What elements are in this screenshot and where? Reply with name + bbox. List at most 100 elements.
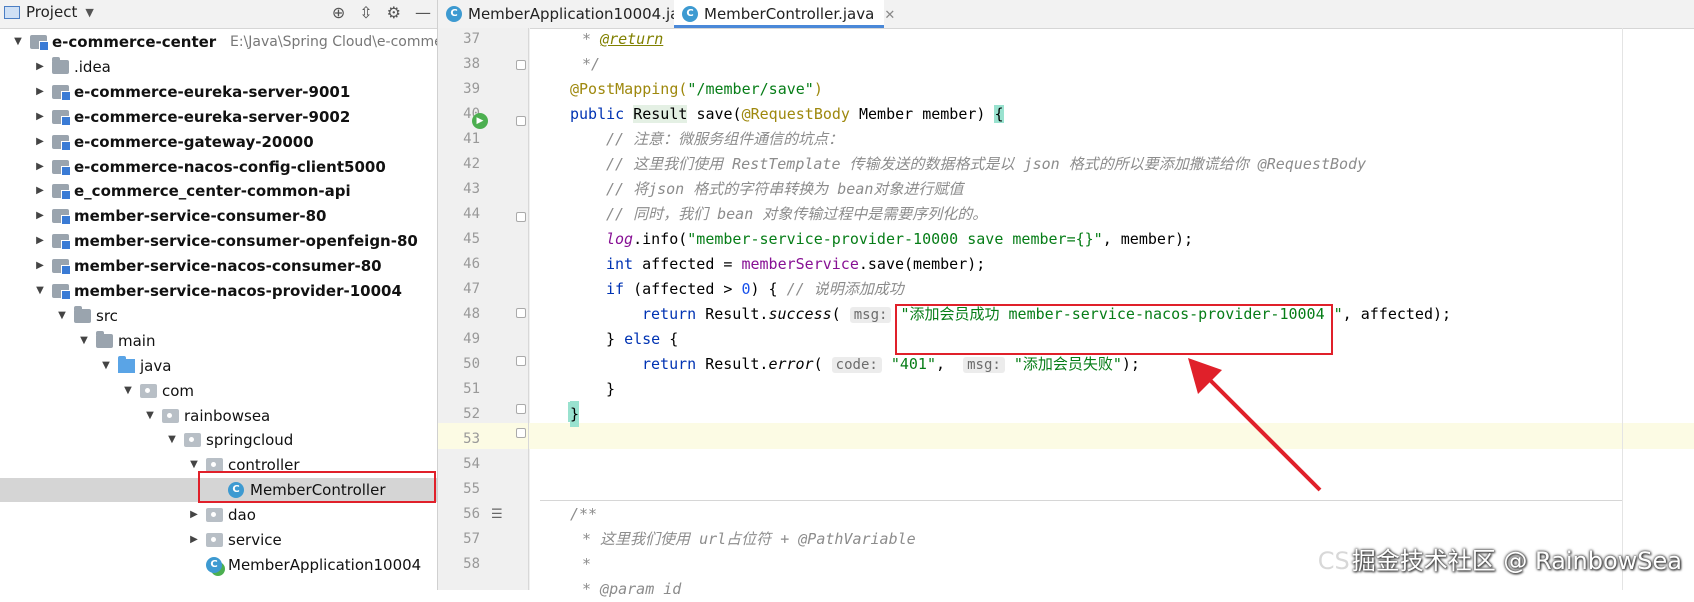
- tree-row[interactable]: ▶ member-service-consumer-80: [0, 204, 437, 228]
- implementation-icon[interactable]: ☰: [491, 507, 503, 522]
- inline-comment: // 说明添加成功: [786, 280, 904, 298]
- line-number: 37: [463, 31, 480, 47]
- spring-class-icon: C: [206, 556, 222, 573]
- condition: (affected >: [633, 280, 742, 298]
- param-hint: msg:: [849, 307, 892, 323]
- chevron-down-icon[interactable]: ▼: [56, 304, 68, 328]
- chevron-down-icon[interactable]: ▼: [12, 30, 24, 54]
- tree-row[interactable]: ▼ springcloud: [0, 428, 437, 452]
- tree-item-label: member-service-nacos-provider-10004: [74, 282, 402, 300]
- brace: }: [606, 330, 625, 348]
- chevron-down-icon[interactable]: ▼: [166, 428, 178, 452]
- code-rest: );: [1121, 355, 1140, 373]
- minimize-icon[interactable]: —: [415, 3, 431, 22]
- tree-row[interactable]: ▼ rainbowsea: [0, 404, 437, 428]
- fold-marker[interactable]: [516, 60, 526, 70]
- field-ref: memberService: [741, 255, 859, 273]
- tab-memberapplication10004[interactable]: C MemberApplication10004.java✕: [438, 0, 718, 28]
- tree-row[interactable]: ▶ dao: [0, 503, 437, 527]
- tree-item-label: member-service-consumer-80: [74, 207, 327, 226]
- tree-row[interactable]: ▶ e-commerce-gateway-20000: [0, 130, 437, 154]
- collapse-all-icon[interactable]: ⇳: [359, 3, 372, 22]
- method-call: .info(: [633, 230, 688, 248]
- log-field: log: [606, 230, 634, 248]
- tree-item-label: MemberApplication10004: [228, 555, 422, 574]
- line-number: 52: [463, 406, 480, 422]
- project-icon: [4, 5, 20, 19]
- code-line-47: if (affected > 0) { // 说明添加成功: [606, 276, 904, 302]
- chevron-right-icon[interactable]: ▶: [188, 503, 200, 527]
- chevron-right-icon[interactable]: ▶: [34, 155, 46, 179]
- chevron-down-icon[interactable]: ▼: [78, 329, 90, 353]
- project-panel-header: Project ▼ ⊕ ⇳ ⚙ —: [0, 0, 437, 29]
- line-number: 50: [463, 356, 480, 372]
- tree-row[interactable]: ▶ e-commerce-nacos-config-client5000: [0, 155, 437, 179]
- tree-row[interactable]: ▼ com: [0, 379, 437, 403]
- folder-icon: [74, 305, 91, 323]
- package-icon: [206, 533, 223, 547]
- code-line-39: @PostMapping("/member/save"): [570, 76, 823, 102]
- tree-row[interactable]: ▼ src: [0, 304, 437, 328]
- tree-row[interactable]: ▶ e-commerce-eureka-server-9002: [0, 105, 437, 129]
- annotation: @PostMapping(: [570, 80, 688, 98]
- line-number: 55: [463, 481, 480, 497]
- code-line-40: public Result save(@RequestBody Member m…: [570, 101, 1004, 127]
- tree-item-label: src: [96, 306, 118, 325]
- chevron-down-icon[interactable]: ▼: [85, 6, 93, 19]
- tab-label: MemberController.java: [704, 5, 875, 23]
- tree-item-label: dao: [228, 506, 256, 525]
- tree-row[interactable]: ▶ e-commerce-eureka-server-9001: [0, 80, 437, 104]
- keyword: else: [624, 330, 661, 348]
- tree-row[interactable]: ▼ e-commerce-center E:\Java\Spring Cloud\e…: [0, 30, 437, 54]
- chevron-down-icon[interactable]: ▼: [122, 379, 134, 403]
- keyword: return: [642, 305, 697, 323]
- run-endpoint-icon[interactable]: ▶: [472, 113, 488, 129]
- package-icon: [140, 383, 157, 398]
- tree-row[interactable]: ▶ service: [0, 528, 437, 552]
- chevron-down-icon[interactable]: ▼: [100, 354, 112, 378]
- chevron-down-icon[interactable]: ▼: [144, 404, 156, 428]
- tree-row[interactable]: C MemberApplication10004: [0, 553, 437, 577]
- chevron-right-icon[interactable]: ▶: [188, 528, 200, 552]
- chevron-right-icon[interactable]: ▶: [34, 80, 46, 104]
- tree-row[interactable]: ▼ member-service-nacos-provider-10004: [0, 279, 437, 303]
- close-icon[interactable]: ✕: [884, 8, 895, 23]
- fold-marker[interactable]: [516, 116, 526, 126]
- paren: (: [831, 305, 841, 323]
- tab-membercontroller[interactable]: C MemberController.java ✕: [674, 0, 895, 28]
- chevron-right-icon[interactable]: ▶: [34, 55, 46, 79]
- module-icon: [52, 234, 71, 251]
- tree-item-label: member-service-consumer-openfeign-80: [74, 232, 418, 251]
- fold-marker[interactable]: [516, 356, 526, 366]
- tree-row[interactable]: ▼ main: [0, 329, 437, 353]
- string-literal: "/member/save": [687, 80, 814, 98]
- tree-row[interactable]: ▶ e_commerce_center-common-api: [0, 179, 437, 203]
- fold-marker[interactable]: [516, 308, 526, 318]
- tree-row[interactable]: ▶ member-service-consumer-openfeign-80: [0, 229, 437, 253]
- tree-item-label: service: [228, 531, 282, 549]
- code-rest: ) {: [750, 280, 787, 298]
- line-number: 57: [463, 531, 480, 547]
- method-decl: save(: [696, 105, 742, 123]
- tree-row[interactable]: ▶ member-service-nacos-consumer-80: [0, 254, 437, 278]
- chevron-right-icon[interactable]: ▶: [34, 229, 46, 253]
- chevron-right-icon[interactable]: ▶: [34, 204, 46, 228]
- chevron-right-icon[interactable]: ▶: [34, 105, 46, 129]
- fold-marker[interactable]: [516, 212, 526, 222]
- chevron-right-icon[interactable]: ▶: [34, 254, 46, 278]
- fold-marker[interactable]: [516, 404, 526, 414]
- tree-row[interactable]: ▶ .idea: [0, 55, 437, 79]
- fold-marker[interactable]: [516, 428, 526, 438]
- chevron-right-icon[interactable]: ▶: [34, 130, 46, 154]
- method-separator: [540, 500, 1622, 501]
- tree-row[interactable]: ▼ java: [0, 354, 437, 378]
- module-icon: [52, 184, 71, 201]
- chevron-down-icon[interactable]: ▼: [34, 279, 46, 303]
- chevron-right-icon[interactable]: ▶: [34, 179, 46, 203]
- gear-icon[interactable]: ⚙: [387, 3, 401, 22]
- class-ref: Result.: [705, 355, 769, 373]
- tree-item-label: e_commerce_center-common-api: [74, 182, 351, 201]
- code-line-56: * 这里我们使用 url占位符 + @PathVariable: [582, 530, 916, 548]
- project-view-selector[interactable]: Project ▼: [4, 3, 94, 21]
- locate-icon[interactable]: ⊕: [332, 3, 345, 22]
